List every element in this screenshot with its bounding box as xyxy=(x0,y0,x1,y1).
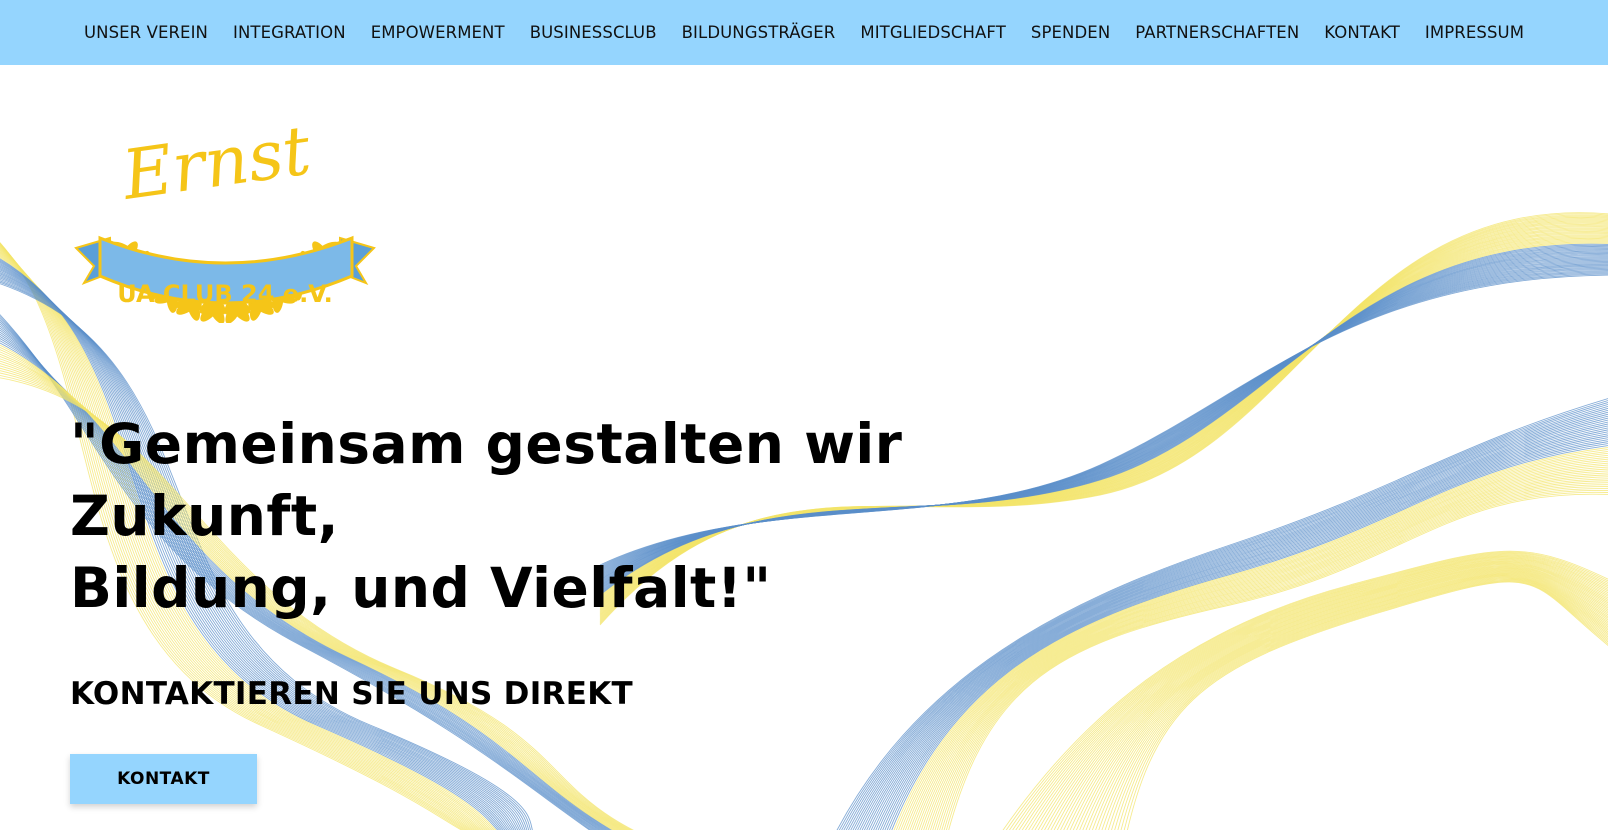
nav-item-partnerschaften[interactable]: PARTNERSCHAFTEN xyxy=(1135,23,1299,42)
nav-item-bildungstraeger[interactable]: BILDUNGSTRÄGER xyxy=(682,23,836,42)
nav-item-unser-verein[interactable]: UNSER VEREIN xyxy=(84,23,208,42)
logo-ribbon-text: UA CLUB 24 e.V. xyxy=(117,280,333,308)
nav-item-mitgliedschaft[interactable]: MITGLIEDSCHAFT xyxy=(860,23,1006,42)
club-logo[interactable]: Ernst UA CLUB 24 e.V. xyxy=(70,78,380,323)
nav-item-spenden[interactable]: SPENDEN xyxy=(1031,23,1110,42)
hero-headline: "Gemeinsam gestalten wir Zukunft, Bildun… xyxy=(70,408,1170,624)
nav-item-empowerment[interactable]: EMPOWERMENT xyxy=(371,23,505,42)
hero-headline-line-1: "Gemeinsam gestalten wir Zukunft, xyxy=(70,412,903,548)
logo-script-text: Ernst xyxy=(116,111,316,216)
hero-headline-line-2: Bildung, und Vielfalt!" xyxy=(70,556,772,620)
nav-item-kontakt[interactable]: KONTAKT xyxy=(1324,23,1400,42)
main-navigation: UNSER VEREIN INTEGRATION EMPOWERMENT BUS… xyxy=(0,0,1608,65)
nav-item-businessclub[interactable]: BUSINESSCLUB xyxy=(530,23,657,42)
nav-item-impressum[interactable]: IMPRESSUM xyxy=(1425,23,1524,42)
nav-item-integration[interactable]: INTEGRATION xyxy=(233,23,346,42)
kontakt-button[interactable]: KONTAKT xyxy=(70,754,257,804)
logo-ribbon: UA CLUB 24 e.V. xyxy=(74,235,376,308)
hero-subheading: KONTAKTIEREN SIE UNS DIREKT xyxy=(70,676,633,712)
